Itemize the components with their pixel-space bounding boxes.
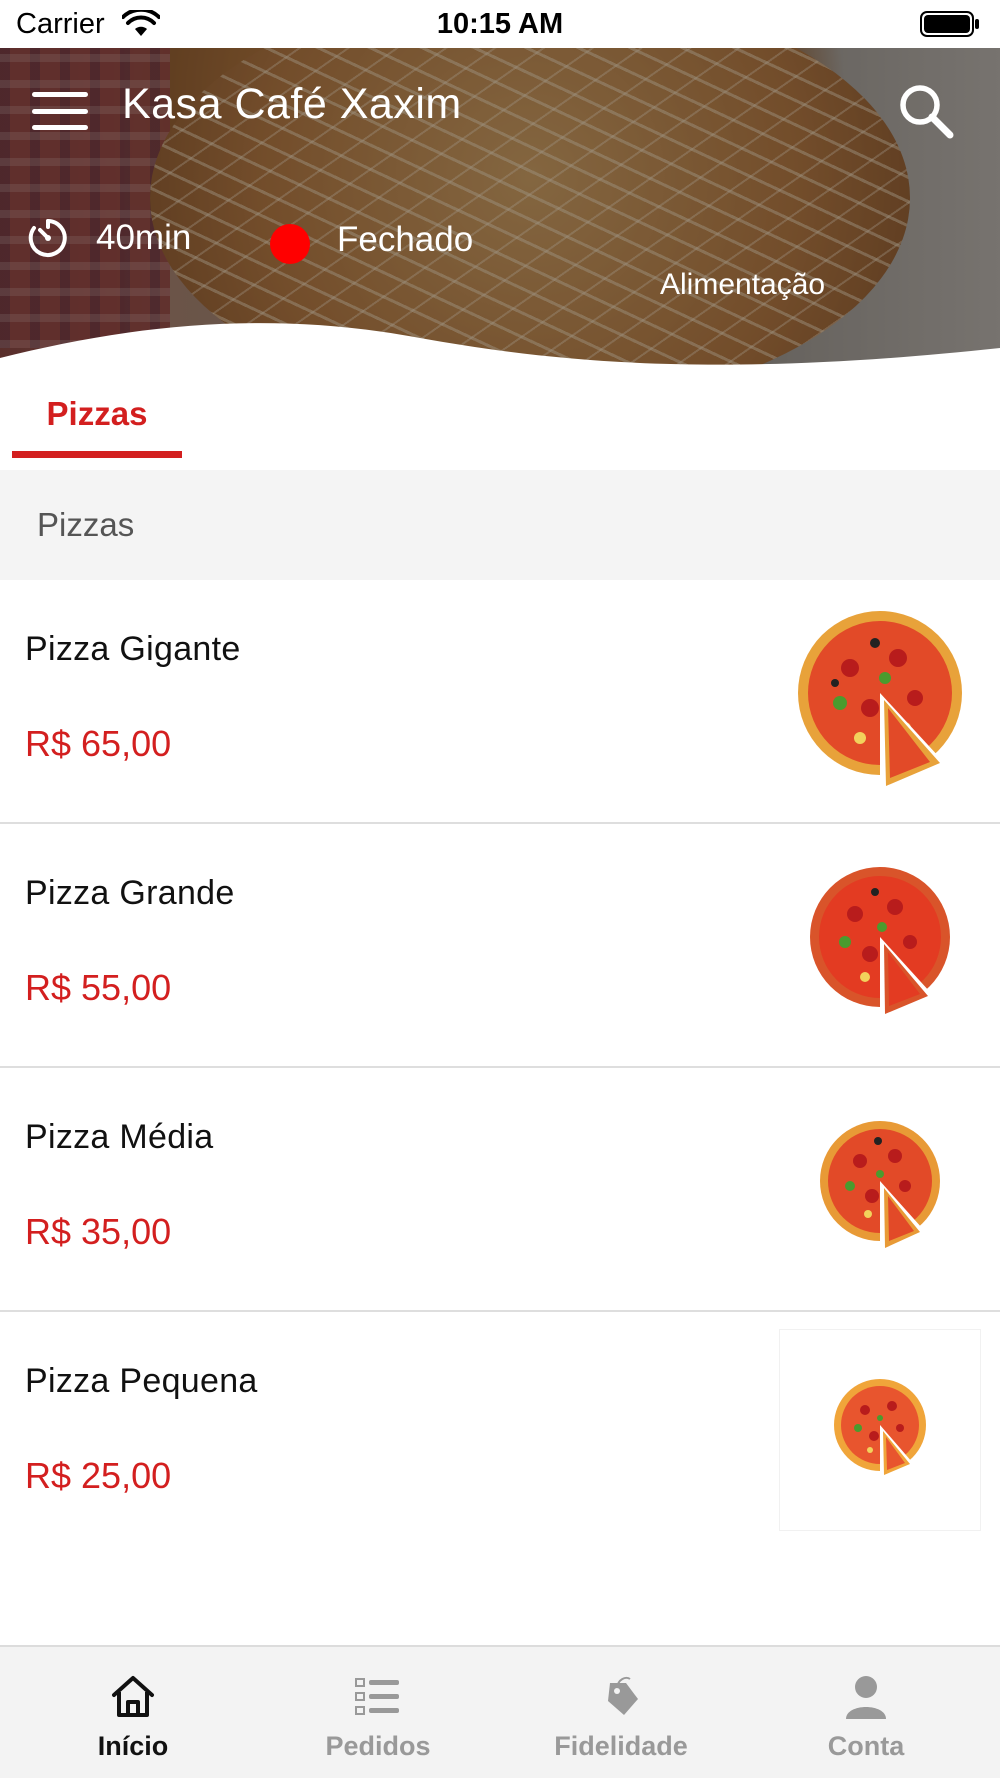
pizza-image [810,867,950,1017]
account-icon [846,1676,886,1719]
battery-icon [920,11,979,37]
pizza-image [798,611,962,788]
delivery-time: 40min [96,218,192,257]
product-price: R$ 55,00 [25,967,172,1008]
section-title: Pizzas [37,506,135,543]
nav-item-pedidos[interactable]: Pedidos [253,1647,503,1778]
nav-label-inicio: Início [97,1731,169,1761]
product-item[interactable]: Pizza Grande R$ 55,00 [0,824,1000,1068]
nav-item-inicio[interactable]: Início [8,1647,258,1778]
product-item[interactable]: Pizza Pequena R$ 25,00 [0,1312,1000,1556]
clock-time: 10:15 AM [436,8,564,40]
section-header: Pizzas [0,470,1000,580]
store-open-status: Fechado [337,220,474,259]
nav-item-conta[interactable]: Conta [741,1647,991,1778]
pizza-image [820,1121,940,1251]
nav-item-fidelidade[interactable]: Fidelidade [496,1647,746,1778]
bottom-navigation: Início Pedidos Fidelidade Conta [0,1645,1000,1778]
menu-icon[interactable] [28,86,92,136]
active-tab-indicator [12,451,182,458]
store-title: Kasa Café Xaxim [122,80,462,128]
header-wave-divider [0,323,1000,378]
nav-label-pedidos: Pedidos [325,1731,431,1761]
product-name: Pizza Grande [25,874,235,912]
status-bar: Carrier 10:15 AM [0,0,1000,48]
store-category: Alimentação [660,268,826,301]
product-name: Pizza Pequena [25,1362,258,1400]
tab-pizzas[interactable]: Pizzas [12,378,182,460]
product-item[interactable]: Pizza Média R$ 35,00 [0,1068,1000,1312]
loyalty-tag-icon [608,1676,638,1715]
timer-icon [28,219,67,257]
pizza-image [780,1330,980,1530]
search-icon[interactable] [896,81,956,141]
nav-label-conta: Conta [827,1731,905,1761]
product-list: Pizza Gigante R$ 65,00 Pizza Grande R$ 5… [0,580,1000,1556]
home-icon [112,1676,154,1717]
product-price: R$ 35,00 [25,1211,172,1252]
orders-list-icon [355,1678,399,1715]
product-name: Pizza Média [25,1118,214,1156]
product-name: Pizza Gigante [25,630,241,668]
store-header: Kasa Café Xaxim 40min Fechado Alimentaçã… [0,48,1000,378]
category-tabs: Pizzas [0,378,1000,470]
product-item[interactable]: Pizza Gigante R$ 65,00 [0,580,1000,824]
app-screen: Carrier 10:15 AM Kasa Café Xaxim 40min F… [0,0,1000,1778]
product-price: R$ 25,00 [25,1455,172,1496]
nav-label-fidelidade: Fidelidade [554,1731,688,1761]
store-status-dot [270,224,310,264]
product-price: R$ 65,00 [25,723,172,764]
